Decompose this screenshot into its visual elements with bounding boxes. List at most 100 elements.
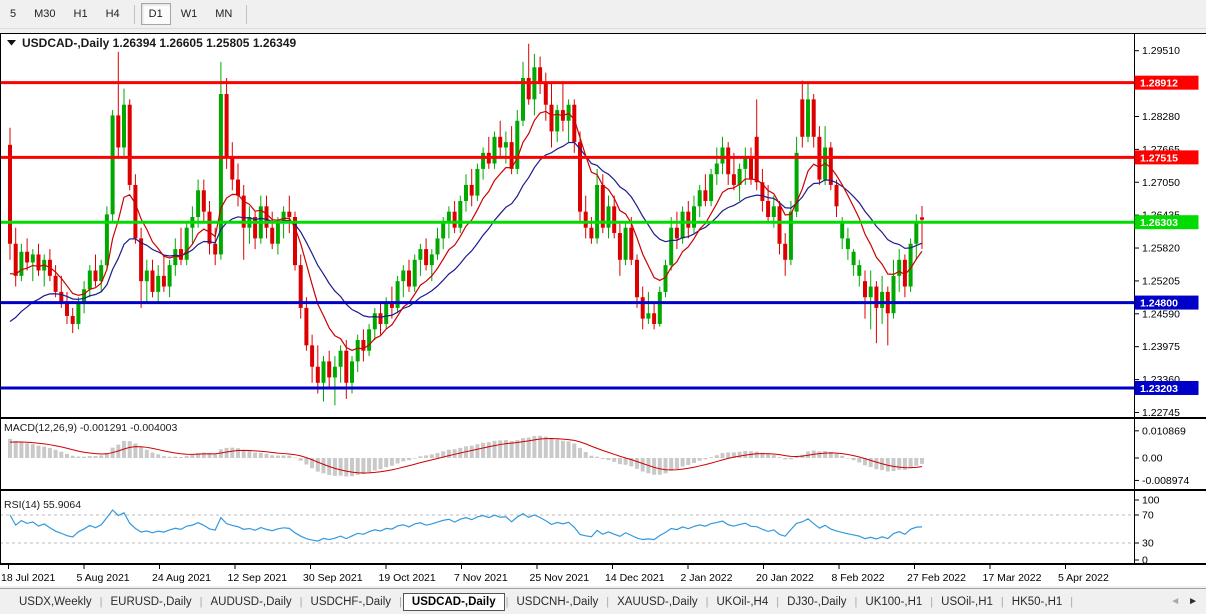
- candle: [503, 142, 508, 148]
- candle: [65, 302, 69, 316]
- macd-bar: [236, 448, 240, 458]
- tab-separator: |: [1070, 595, 1074, 608]
- candle: [749, 158, 753, 180]
- tab-scroll-left-icon[interactable]: ◄: [1170, 596, 1180, 607]
- macd-bar: [817, 451, 822, 458]
- macd-bar: [424, 455, 429, 458]
- candle: [424, 249, 429, 266]
- timeframe-button-h4[interactable]: H4: [98, 3, 128, 25]
- timeframe-button-mn[interactable]: MN: [207, 3, 240, 25]
- timeframe-button-h1[interactable]: H1: [66, 3, 96, 25]
- macd-bar: [657, 458, 662, 475]
- macd-bar: [663, 458, 668, 474]
- tab-usdcnh-[interactable]: USDCNH-,Daily: [509, 593, 605, 611]
- macd-bar: [367, 458, 372, 473]
- tab-usdchf-[interactable]: USDCHF-,Daily: [304, 593, 399, 611]
- macd-bar: [179, 456, 183, 458]
- candle: [133, 184, 138, 239]
- candle: [914, 222, 919, 244]
- macd-bar: [914, 458, 919, 466]
- macd-bar: [150, 452, 155, 458]
- candle: [76, 302, 81, 324]
- candle: [834, 184, 839, 207]
- candle: [435, 238, 440, 255]
- chart-canvas[interactable]: 1.295101.282801.276651.270501.264351.258…: [0, 30, 1206, 588]
- macd-axis-label: 0.010869: [1142, 425, 1186, 437]
- macd-tick: [1134, 479, 1139, 481]
- candle: [777, 206, 782, 244]
- date-tick: [8, 564, 9, 569]
- macd-bar: [595, 456, 600, 458]
- macd-bar: [674, 458, 679, 470]
- macd-bar: [25, 443, 30, 458]
- price-tick: [1134, 50, 1139, 52]
- tab-xauusd-[interactable]: XAUUSD-,Daily: [610, 593, 705, 611]
- tab-ukoil-[interactable]: UKOil-,H4: [709, 593, 775, 611]
- tab-uk100-[interactable]: UK100-,H1: [858, 593, 929, 611]
- date-tick: [536, 564, 538, 569]
- macd-bar: [161, 456, 166, 458]
- candle: [338, 350, 343, 367]
- date-label: 25 Nov 2021: [530, 572, 590, 584]
- tab-usoil-[interactable]: USOil-,H1: [934, 593, 1000, 611]
- macd-bar: [82, 456, 87, 458]
- tab-hk50-[interactable]: HK50-,H1: [1005, 593, 1070, 611]
- macd-bar: [606, 458, 611, 461]
- macd-bar: [418, 456, 423, 458]
- rsi-tick: [1134, 514, 1139, 516]
- candle: [213, 243, 218, 255]
- date-tick: [914, 564, 915, 569]
- tab-scroll-arrows: ◄ ►: [1170, 596, 1198, 607]
- macd-bar: [503, 440, 508, 458]
- tab-usdcad-[interactable]: USDCAD-,Daily: [402, 592, 505, 611]
- date-label: 24 Aug 2021: [152, 572, 211, 584]
- rsi-tick: [1134, 499, 1139, 501]
- timeframe-button-w1[interactable]: W1: [173, 3, 206, 25]
- timeframe-button-d1[interactable]: D1: [140, 3, 171, 25]
- macd-bar: [315, 458, 320, 472]
- main-chart-pane[interactable]: [0, 33, 1134, 417]
- price-axis-label: 1.28280: [1142, 111, 1180, 123]
- candle: [464, 184, 468, 201]
- macd-bar: [680, 458, 685, 467]
- date-tick: [83, 564, 85, 569]
- macd-bar: [754, 451, 759, 458]
- tab-scroll-right-icon[interactable]: ►: [1188, 596, 1198, 607]
- tab-dj30-[interactable]: DJ30-,Daily: [780, 593, 853, 611]
- candle: [686, 211, 691, 228]
- macd-bar: [600, 458, 605, 460]
- macd-bar: [270, 455, 275, 458]
- candle: [25, 251, 30, 263]
- rsi-axis-label: 70: [1142, 510, 1154, 522]
- price-axis-label: 1.23975: [1142, 341, 1180, 353]
- candle: [8, 144, 12, 244]
- rsi-pane[interactable]: [0, 491, 1134, 563]
- price-label-badge: 1.28912: [1134, 75, 1199, 90]
- tab-eurusd-[interactable]: EURUSD-,Daily: [104, 593, 199, 611]
- macd-bar: [173, 456, 178, 458]
- macd-bar: [486, 442, 491, 458]
- frame-border: [0, 417, 1206, 419]
- tab-usdx[interactable]: USDX,Weekly: [12, 593, 99, 611]
- macd-bar: [783, 458, 788, 460]
- candle: [87, 270, 92, 290]
- price-tick: [1134, 181, 1139, 183]
- macd-bar: [293, 457, 297, 459]
- candle: [344, 350, 349, 383]
- candle: [70, 315, 75, 324]
- macd-bar: [47, 447, 52, 458]
- price-tick: [1134, 379, 1139, 381]
- candle: [851, 251, 856, 266]
- date-label: 17 Mar 2022: [983, 572, 1042, 584]
- price-axis-label: 1.29510: [1142, 45, 1180, 57]
- tab-audusd-[interactable]: AUDUSD-,Daily: [204, 593, 299, 611]
- candle: [475, 168, 480, 196]
- candle: [635, 259, 639, 298]
- macd-bar: [543, 436, 548, 458]
- macd-bar: [133, 443, 138, 458]
- timeframe-button-m30[interactable]: M30: [26, 3, 63, 25]
- candle: [116, 115, 121, 148]
- rsi-axis-label: 0: [1142, 555, 1148, 567]
- timeframe-button-5[interactable]: 5: [2, 3, 24, 25]
- candle: [709, 174, 714, 201]
